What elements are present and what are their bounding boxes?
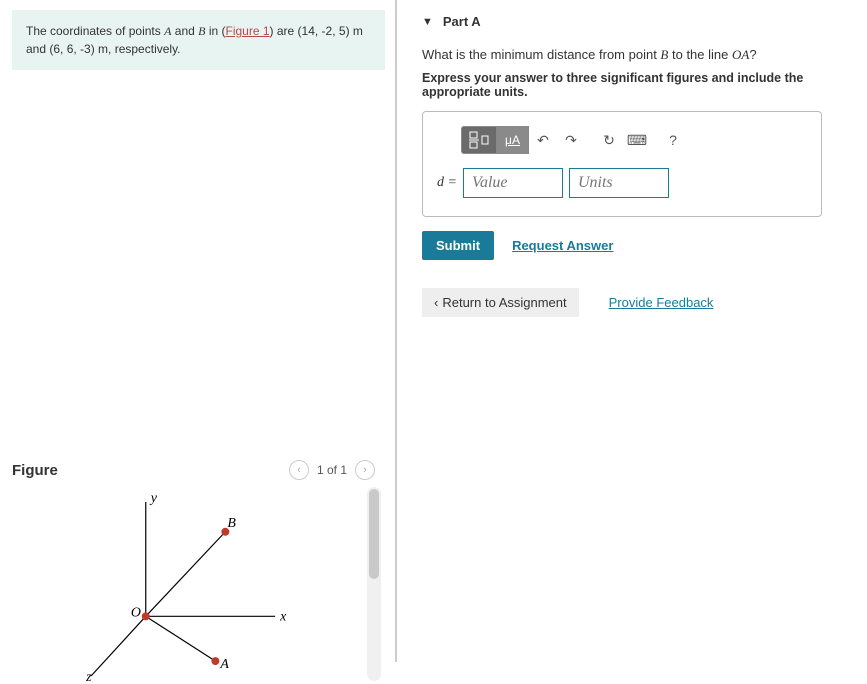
units-input[interactable] [569, 168, 669, 198]
part-label: Part A [443, 14, 481, 29]
value-input[interactable] [463, 168, 563, 198]
variable-label: d = [437, 175, 457, 191]
text: ) are (14, -2, 5) [270, 24, 353, 38]
submit-button[interactable]: Submit [422, 231, 494, 260]
collapse-icon[interactable]: ▼ [422, 16, 433, 28]
question-text: What is the minimum distance from point … [422, 47, 847, 63]
answer-box: μA ↶ ↷ ↻ ⌨ ? d = [422, 111, 822, 217]
return-assignment-button[interactable]: ‹ Return to Assignment [422, 288, 579, 317]
svg-text:y: y [149, 491, 158, 506]
unit: m [353, 24, 363, 38]
svg-text:z: z [85, 670, 92, 681]
text: in ( [205, 24, 225, 38]
figure-image: y x z O B A [12, 486, 379, 681]
provide-feedback-link[interactable]: Provide Feedback [609, 295, 714, 310]
units-mu-button[interactable]: μA [497, 126, 529, 154]
text: and (6, 6, -3) [26, 42, 98, 56]
reset-icon[interactable]: ↻ [595, 126, 623, 154]
text: , respectively. [108, 42, 180, 56]
help-icon[interactable]: ? [661, 132, 685, 148]
svg-text:B: B [227, 516, 236, 531]
instruction-text: Express your answer to three significant… [422, 71, 847, 99]
keyboard-icon[interactable]: ⌨ [623, 126, 651, 154]
text: and [171, 24, 198, 38]
request-answer-link[interactable]: Request Answer [512, 238, 613, 253]
problem-statement: The coordinates of points A and B in (Fi… [12, 10, 385, 70]
figure-scroll-thumb[interactable] [369, 489, 379, 579]
figure-scrollbar[interactable] [367, 487, 381, 681]
redo-icon[interactable]: ↷ [557, 126, 585, 154]
chevron-left-icon: ‹ [434, 295, 438, 310]
svg-text:A: A [219, 657, 229, 672]
undo-icon[interactable]: ↶ [529, 126, 557, 154]
fraction-template-button[interactable] [461, 126, 497, 154]
figure-link[interactable]: Figure 1 [226, 24, 270, 38]
text: The coordinates of points [26, 24, 164, 38]
figure-counter: 1 of 1 [317, 463, 347, 477]
figure-prev-button[interactable]: ‹ [289, 460, 309, 480]
figure-title: Figure [12, 462, 58, 479]
unit: m [98, 42, 108, 56]
svg-text:O: O [131, 605, 141, 620]
figure-next-button[interactable]: › [355, 460, 375, 480]
svg-text:x: x [279, 609, 287, 624]
